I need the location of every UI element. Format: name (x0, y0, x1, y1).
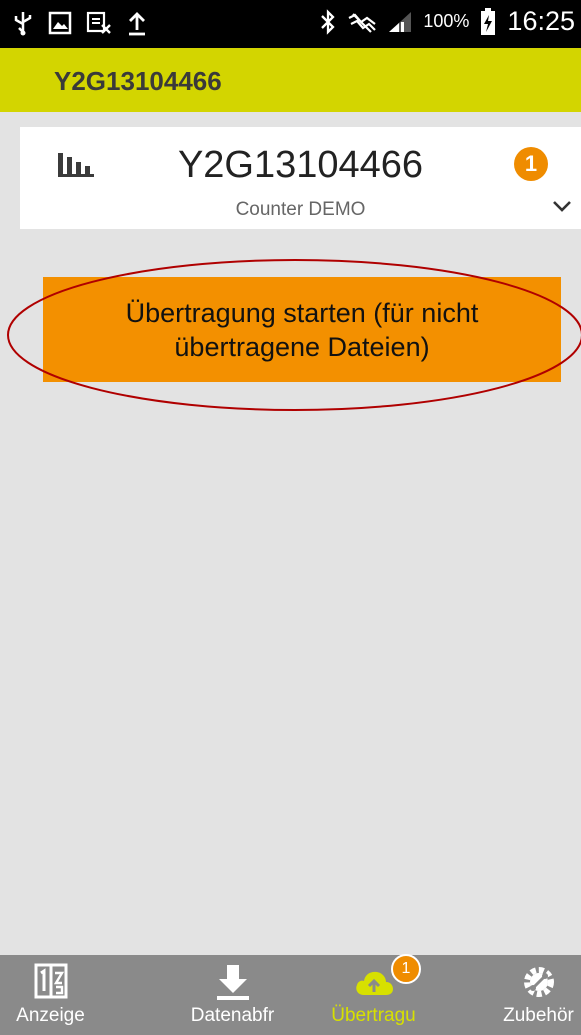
nav-label-datenabfr: Datenabfr (190, 1005, 275, 1026)
device-card[interactable]: Y2G13104466 Counter DEMO 1 (20, 127, 581, 229)
usb-icon (14, 12, 32, 36)
gear-wrench-icon (523, 967, 554, 997)
status-time: 16:25 (507, 6, 575, 36)
bluetooth-icon (321, 8, 336, 35)
nav-item-zubehoer[interactable]: Zubehör (436, 955, 581, 1035)
signal-icon (389, 11, 412, 32)
battery-percent: 100% (423, 11, 470, 31)
nav-label-zubehoer: Zubehör (503, 1005, 574, 1026)
status-left-icons (12, 10, 148, 36)
nav-label-anzeige: Anzeige (16, 1005, 85, 1026)
nav-item-datenabfr[interactable]: Datenabfr (160, 955, 305, 1035)
image-icon (48, 11, 72, 35)
status-bar: 100% 16:25 (0, 0, 581, 48)
nav-uebertragung-badge: 1 (391, 954, 421, 984)
nav-label-uebertragung: Übertragu (331, 1005, 416, 1026)
nav-item-uebertragung[interactable]: Übertragu (301, 955, 446, 1035)
upload-icon (129, 12, 145, 36)
nav-item-anzeige[interactable]: Anzeige (16, 955, 163, 1035)
counter-display-icon (34, 963, 67, 999)
device-title: Y2G13104466 (177, 144, 424, 186)
status-right-icons: 100% 16:25 (319, 6, 575, 37)
bottom-nav: Anzeige Datenabfr Übertragu Zubehör (0, 955, 581, 1035)
highlight-ellipse (7, 259, 581, 411)
device-badge: 1 (514, 147, 548, 181)
battery-icon (481, 7, 496, 35)
blocked-icon (86, 11, 111, 34)
mute-icon (348, 12, 377, 33)
cloud-upload-icon (355, 971, 393, 995)
download-icon (216, 965, 249, 1000)
device-subtitle: Counter DEMO (235, 199, 366, 220)
app-bar: Y2G13104466 (0, 48, 581, 112)
chevron-down-icon[interactable] (552, 199, 572, 213)
app-bar-title: Y2G13104466 (54, 66, 222, 96)
